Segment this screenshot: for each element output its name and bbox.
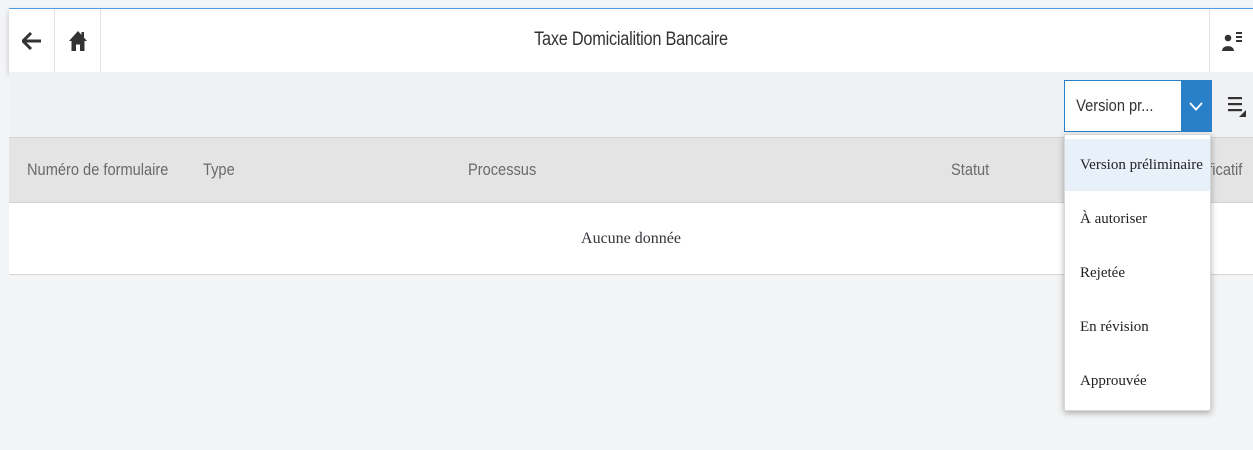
shell-header: Taxe Domicialition Bancaire bbox=[9, 8, 1253, 72]
home-button[interactable] bbox=[55, 9, 101, 72]
dropdown-option[interactable]: Approuvée bbox=[1065, 355, 1210, 407]
user-menu-button[interactable] bbox=[1209, 9, 1253, 72]
status-select[interactable]: Version pr... bbox=[1064, 80, 1212, 132]
list-settings-icon bbox=[1228, 97, 1246, 117]
dropdown-option[interactable]: À autoriser bbox=[1065, 193, 1210, 245]
status-dropdown-list: Version préliminaire À autoriser Rejetée… bbox=[1064, 134, 1211, 411]
status-select-arrow[interactable] bbox=[1181, 81, 1211, 131]
column-header[interactable]: Processus bbox=[468, 138, 536, 202]
column-header[interactable]: Numéro de formulaire bbox=[27, 138, 168, 202]
list-settings-button[interactable] bbox=[1221, 84, 1253, 128]
page-title: Taxe Domicialition Bancaire bbox=[534, 29, 728, 50]
chevron-down-icon bbox=[1189, 101, 1203, 111]
toolbar: Version pr... bbox=[9, 72, 1253, 137]
home-icon bbox=[68, 30, 87, 51]
column-header[interactable]: Statut bbox=[951, 138, 989, 202]
arrow-left-icon bbox=[21, 31, 41, 50]
user-menu-icon bbox=[1221, 31, 1242, 51]
dropdown-option[interactable]: Rejetée bbox=[1065, 247, 1210, 299]
dropdown-option[interactable]: Version préliminaire bbox=[1065, 139, 1210, 191]
status-select-value: Version pr... bbox=[1076, 96, 1154, 115]
dropdown-option[interactable]: En révision bbox=[1065, 301, 1210, 353]
back-button[interactable] bbox=[9, 9, 55, 72]
column-header[interactable]: Type bbox=[203, 138, 235, 202]
